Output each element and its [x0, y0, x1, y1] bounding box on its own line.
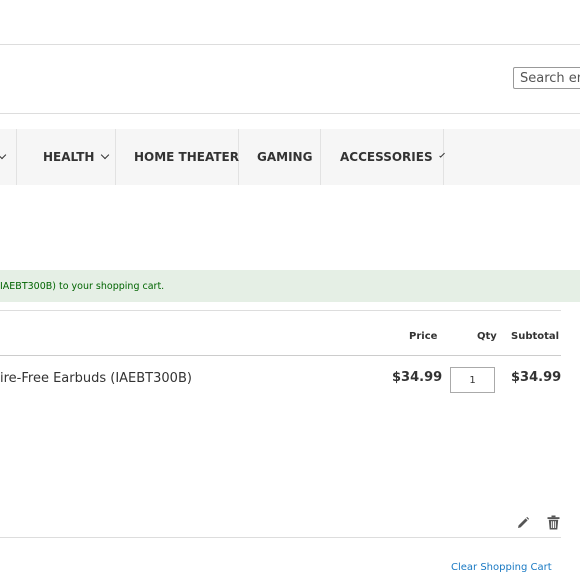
chevron-down-icon	[438, 152, 445, 158]
search-input[interactable]	[513, 67, 580, 89]
header-divider-bottom	[0, 113, 580, 114]
item-subtotal: $34.99	[511, 370, 562, 385]
success-message: IAEBT300B) to your shopping cart.	[0, 270, 580, 302]
cart-header-divider	[0, 355, 561, 356]
chevron-down-icon	[0, 150, 7, 160]
nav-item-home-theater[interactable]: HOME THEATER	[116, 129, 239, 185]
nav-item-label: ACCESSORIES	[340, 150, 433, 164]
page: HEALTH HOME THEATER GAMING ACCESSORIES I…	[0, 0, 580, 580]
clear-shopping-cart-link[interactable]: Clear Shopping Cart	[451, 562, 552, 573]
nav-item-partial[interactable]	[0, 129, 17, 185]
edit-item-button[interactable]	[516, 516, 532, 532]
pencil-icon	[518, 516, 530, 528]
nav-item-label: HEALTH	[43, 150, 95, 164]
column-header-qty: Qty	[477, 331, 497, 342]
column-header-price: Price	[409, 331, 438, 342]
nav-item-health[interactable]: HEALTH	[17, 129, 116, 185]
cart-table-bottom-border	[0, 537, 561, 538]
main-navigation: HEALTH HOME THEATER GAMING ACCESSORIES	[0, 129, 580, 185]
trash-icon	[547, 515, 560, 530]
item-price: $34.99	[392, 370, 443, 385]
quantity-input[interactable]	[450, 367, 495, 393]
chevron-down-icon	[101, 150, 110, 160]
delete-item-button[interactable]	[547, 515, 563, 531]
nav-item-gaming[interactable]: GAMING	[239, 129, 321, 185]
success-message-text: IAEBT300B) to your shopping cart.	[0, 280, 165, 292]
product-name-link[interactable]: ire-Free Earbuds (IAEBT300B)	[0, 371, 192, 386]
cart-table-top-border	[0, 310, 561, 311]
nav-item-accessories[interactable]: ACCESSORIES	[321, 129, 445, 185]
nav-item-label: GAMING	[257, 150, 313, 164]
column-header-subtotal: Subtotal	[511, 331, 560, 342]
nav-item-label: HOME THEATER	[134, 150, 239, 164]
header-divider-top	[0, 44, 580, 45]
